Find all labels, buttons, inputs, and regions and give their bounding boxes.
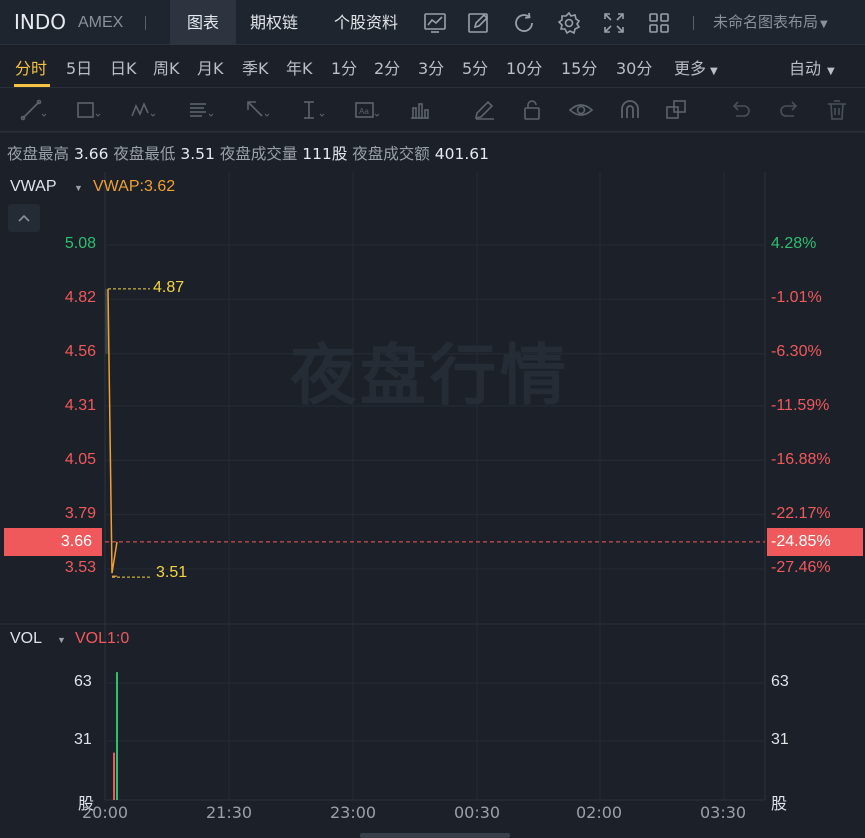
time-tick: 03:30 [700, 803, 747, 822]
price-tick: 3.79 [64, 505, 96, 522]
vol-indicator-name[interactable]: VOL [10, 630, 42, 648]
volume-bar [113, 752, 115, 800]
vol-value: VOL1:0 [75, 630, 130, 647]
price-tick: 4.05 [64, 451, 96, 468]
vol-unit: 股 [771, 794, 788, 813]
pct-tick: -11.59% [771, 397, 830, 414]
price-tick: 4.56 [64, 343, 96, 360]
pct-tick: -27.46% [771, 559, 831, 576]
watermark: 夜盘行情 [290, 337, 570, 414]
low-marker-label: 3.51 [156, 564, 188, 581]
time-scrollbar[interactable] [360, 833, 510, 838]
time-tick: 00:30 [454, 803, 501, 822]
pct-tick: -16.88% [771, 451, 831, 468]
time-tick: 23:00 [330, 803, 377, 822]
price-tick: 4.82 [64, 289, 96, 306]
collapse-button[interactable] [8, 204, 40, 232]
caret-down-icon[interactable]: ▼ [74, 183, 83, 193]
price-tick: 4.31 [64, 397, 96, 414]
caret-down-icon[interactable]: ▼ [57, 635, 66, 645]
vwap-value: VWAP:3.62 [93, 178, 176, 195]
pct-tick: 4.28% [771, 235, 817, 252]
high-marker-label: 4.87 [153, 279, 185, 296]
vol-tick: 63 [771, 673, 789, 690]
vol-tick: 63 [74, 673, 92, 690]
vwap-indicator-name[interactable]: VWAP [10, 178, 57, 196]
pct-tick: -6.30% [771, 343, 822, 360]
pct-tick: -1.01% [771, 289, 822, 306]
time-tick: 21:30 [206, 803, 253, 822]
vol-tick: 31 [771, 731, 789, 748]
chart-grid [0, 131, 865, 801]
pct-tick: -22.17% [771, 505, 831, 522]
current-pct-tag: -24.85% [767, 528, 863, 556]
time-tick: 20:00 [82, 803, 129, 822]
price-chart[interactable] [0, 0, 865, 838]
chevron-up-icon [18, 214, 30, 222]
current-price-tag: 3.66 [4, 528, 102, 556]
price-line [107, 288, 118, 574]
vol-tick: 31 [74, 731, 92, 748]
time-tick: 02:00 [576, 803, 623, 822]
price-tick: 5.08 [64, 235, 96, 252]
volume-bar [116, 672, 118, 800]
price-tick: 3.53 [64, 559, 96, 576]
